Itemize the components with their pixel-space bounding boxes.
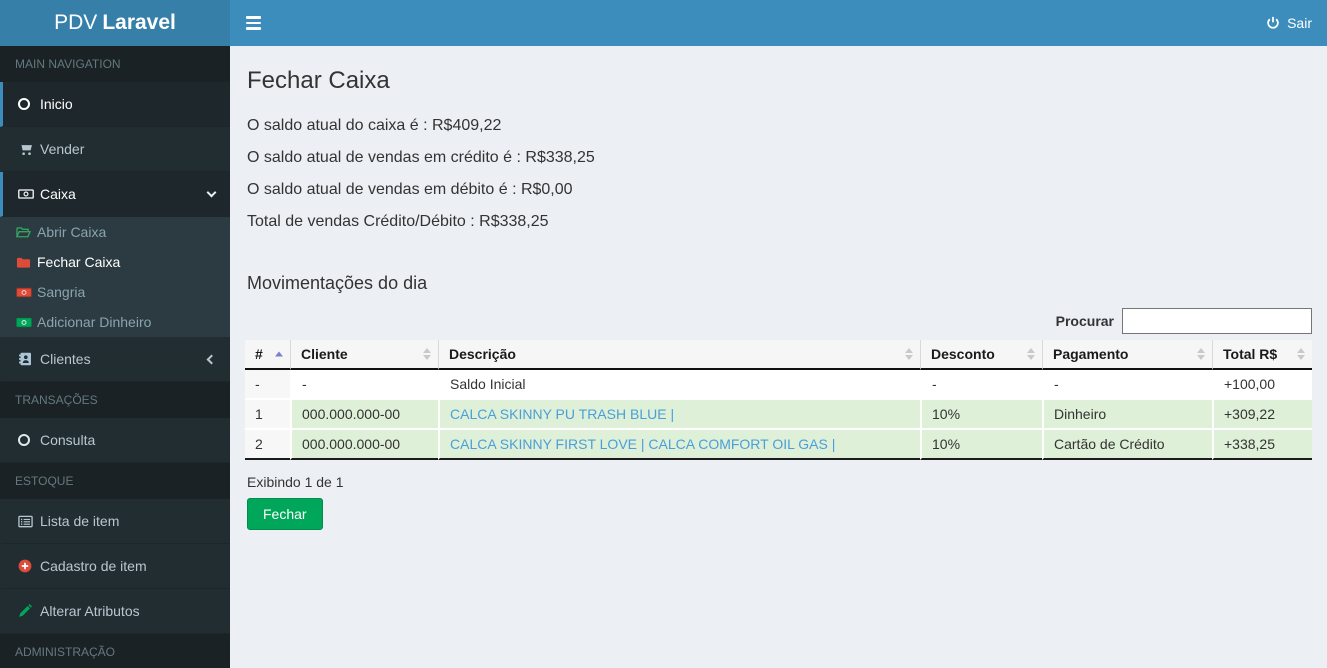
brand-bold: Laravel bbox=[102, 11, 176, 34]
saldo-debito-text: O saldo atual de vendas em débito é : R$… bbox=[247, 181, 573, 198]
main-content: Fechar Caixa O saldo atual do caixa é : … bbox=[230, 46, 1327, 668]
logout-label: Sair bbox=[1287, 15, 1312, 31]
sort-icon bbox=[423, 348, 431, 360]
column-header-num[interactable]: # bbox=[245, 340, 290, 370]
table-row: - - Saldo Inicial - - +100,00 bbox=[245, 370, 1312, 400]
movements-title: Movimentações do dia bbox=[247, 273, 428, 293]
cell-cliente: 000.000.000-00 bbox=[290, 430, 438, 460]
shopping-cart-icon bbox=[18, 142, 40, 156]
plus-circle-icon bbox=[18, 559, 40, 573]
saldo-caixa-text: O saldo atual do caixa é : R$409,22 bbox=[247, 117, 502, 134]
sidebar-item-alterar-atributos[interactable]: Alterar Atributos bbox=[0, 589, 230, 634]
sidebar: MAIN NAVIGATION Inicio Vender Caixa Abri… bbox=[0, 46, 230, 668]
cell-desconto: 10% bbox=[920, 430, 1042, 460]
cell-descricao: CALCA SKINNY PU TRASH BLUE | bbox=[438, 400, 920, 430]
circle-icon bbox=[18, 98, 40, 110]
sidebar-item-lista-de-item[interactable]: Lista de item bbox=[0, 499, 230, 544]
money-out-icon bbox=[16, 287, 37, 298]
column-header-cliente[interactable]: Cliente bbox=[290, 340, 438, 370]
cell-total: +338,25 bbox=[1212, 430, 1312, 460]
column-header-descricao[interactable]: Descrição bbox=[438, 340, 920, 370]
sidebar-item-abrir-caixa[interactable]: Abrir Caixa bbox=[0, 217, 230, 247]
cell-cliente: - bbox=[290, 370, 438, 400]
table-info: Exibindo 1 de 1 bbox=[247, 474, 344, 490]
table-search: Procurar bbox=[245, 308, 1312, 334]
sidebar-section-transacoes: TRANSAÇÕES bbox=[0, 382, 230, 418]
cell-desconto: 10% bbox=[920, 400, 1042, 430]
logout-button[interactable]: Sair bbox=[1251, 0, 1327, 46]
navbar: Sair bbox=[230, 0, 1327, 46]
cell-num: - bbox=[245, 370, 290, 400]
sidebar-item-inicio[interactable]: Inicio bbox=[0, 82, 230, 127]
column-header-desconto[interactable]: Desconto bbox=[920, 340, 1042, 370]
cell-num: 1 bbox=[245, 400, 290, 430]
folder-open-icon bbox=[16, 226, 37, 239]
cell-total: +309,22 bbox=[1212, 400, 1312, 430]
caixa-submenu: Abrir Caixa Fechar Caixa Sangria Adicion… bbox=[0, 217, 230, 337]
money-icon bbox=[18, 188, 40, 200]
table-row: 2 000.000.000-00 CALCA SKINNY FIRST LOVE… bbox=[245, 430, 1312, 460]
table-row: 1 000.000.000-00 CALCA SKINNY PU TRASH B… bbox=[245, 400, 1312, 430]
sidebar-item-cadastro-de-item[interactable]: Cadastro de item bbox=[0, 544, 230, 589]
page-title: Fechar Caixa bbox=[247, 67, 390, 94]
sidebar-item-vender[interactable]: Vender bbox=[0, 127, 230, 172]
cell-descricao: CALCA SKINNY FIRST LOVE | CALCA COMFORT … bbox=[438, 430, 920, 460]
top-bar: PDV Laravel Sair bbox=[0, 0, 1327, 46]
product-link[interactable]: CALCA SKINNY FIRST LOVE | CALCA COMFORT … bbox=[450, 436, 835, 452]
fechar-caixa-button[interactable]: Fechar bbox=[247, 498, 323, 530]
pencil-icon bbox=[18, 604, 40, 618]
folder-icon bbox=[16, 256, 37, 269]
sidebar-item-caixa[interactable]: Caixa bbox=[0, 172, 230, 217]
circle-icon bbox=[18, 434, 40, 446]
table-header-row: # Cliente Descrição Desconto Pagamento T… bbox=[245, 340, 1312, 370]
sidebar-item-consulta[interactable]: Consulta bbox=[0, 418, 230, 463]
brand-pre: PDV bbox=[54, 11, 98, 34]
sidebar-item-sangria[interactable]: Sangria bbox=[0, 277, 230, 307]
sort-icon bbox=[1027, 348, 1035, 360]
cell-desconto: - bbox=[920, 370, 1042, 400]
total-vendas-text: Total de vendas Crédito/Débito : R$338,2… bbox=[247, 213, 549, 230]
movements-table: # Cliente Descrição Desconto Pagamento T… bbox=[245, 340, 1312, 460]
app-logo[interactable]: PDV Laravel bbox=[0, 0, 230, 46]
chevron-down-icon bbox=[206, 187, 217, 198]
sidebar-item-adicionar-dinheiro[interactable]: Adicionar Dinheiro bbox=[0, 307, 230, 337]
power-icon bbox=[1267, 16, 1279, 29]
search-input[interactable] bbox=[1122, 308, 1312, 334]
sidebar-item-fechar-caixa[interactable]: Fechar Caixa bbox=[0, 247, 230, 277]
sidebar-item-clientes[interactable]: Clientes bbox=[0, 337, 230, 382]
list-icon bbox=[18, 515, 40, 528]
column-header-pagamento[interactable]: Pagamento bbox=[1042, 340, 1212, 370]
money-in-icon bbox=[16, 317, 37, 328]
sort-asc-icon bbox=[275, 351, 283, 357]
cell-num: 2 bbox=[245, 430, 290, 460]
sidebar-toggle-button[interactable] bbox=[230, 0, 277, 46]
cell-pagamento: Cartão de Crédito bbox=[1042, 430, 1212, 460]
cell-pagamento: - bbox=[1042, 370, 1212, 400]
cell-total: +100,00 bbox=[1212, 370, 1312, 400]
sort-icon bbox=[1297, 348, 1305, 360]
sort-icon bbox=[1197, 348, 1205, 360]
sidebar-section-administracao: ADMINISTRAÇÃO bbox=[0, 634, 230, 668]
product-link[interactable]: CALCA SKINNY PU TRASH BLUE | bbox=[450, 406, 674, 422]
saldo-credito-text: O saldo atual de vendas em crédito é : R… bbox=[247, 149, 595, 166]
column-header-total[interactable]: Total R$ bbox=[1212, 340, 1312, 370]
sidebar-section-main: MAIN NAVIGATION bbox=[0, 46, 230, 82]
search-label: Procurar bbox=[1055, 313, 1114, 329]
cell-cliente: 000.000.000-00 bbox=[290, 400, 438, 430]
sort-icon bbox=[905, 348, 913, 360]
sidebar-section-estoque: ESTOQUE bbox=[0, 463, 230, 499]
chevron-left-icon bbox=[206, 354, 217, 364]
address-book-icon bbox=[18, 352, 40, 366]
cell-pagamento: Dinheiro bbox=[1042, 400, 1212, 430]
hamburger-icon bbox=[246, 16, 261, 19]
cell-descricao: Saldo Inicial bbox=[438, 370, 920, 400]
